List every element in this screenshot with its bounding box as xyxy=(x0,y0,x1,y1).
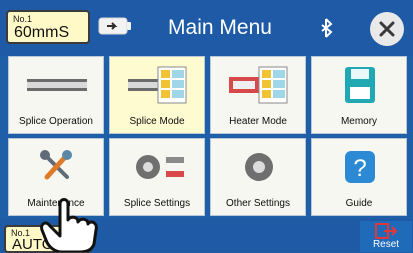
guide-icon: ? xyxy=(345,151,375,183)
program-number: No.1 xyxy=(13,14,33,24)
pointing-hand-icon xyxy=(40,198,98,252)
tile-splice-operation[interactable]: Splice Operation xyxy=(8,56,104,134)
reset-label: Reset xyxy=(372,239,400,250)
tile-guide[interactable]: ? Guide xyxy=(311,138,407,216)
reset-icon xyxy=(375,223,397,239)
reset-button[interactable]: Reset xyxy=(360,221,412,252)
tile-memory[interactable]: Memory xyxy=(311,56,407,134)
tile-splice-mode[interactable]: Splice Mode xyxy=(109,56,205,134)
bluetooth-icon xyxy=(321,18,333,38)
close-button[interactable] xyxy=(370,12,404,46)
tile-label: Guide xyxy=(345,198,373,209)
question-mark-glyph: ? xyxy=(353,155,366,182)
splice-settings-icon xyxy=(136,155,184,179)
menu-grid: Splice Operation Splice Mode Heater Mode xyxy=(8,56,407,219)
tile-other-settings[interactable]: Other Settings xyxy=(210,138,306,216)
page-title: Main Menu xyxy=(168,16,272,39)
tile-label: Memory xyxy=(340,116,378,127)
close-icon xyxy=(379,21,395,37)
tile-label: Heater Mode xyxy=(229,116,287,127)
splice-operation-icon xyxy=(27,79,87,91)
program-name: 60mmS xyxy=(14,24,70,41)
battery-icon xyxy=(98,17,131,35)
tile-label: Splice Settings xyxy=(123,198,191,209)
tile-label: Other Settings xyxy=(226,198,290,209)
tile-label: Splice Operation xyxy=(19,116,93,127)
tile-splice-settings[interactable]: Splice Settings xyxy=(109,138,205,216)
top-bar: No.1 60mmS Main Menu xyxy=(0,0,413,56)
heater-mode-icon xyxy=(229,66,288,104)
splice-mode-icon xyxy=(128,66,187,104)
maintenance-icon xyxy=(40,150,72,180)
memory-icon xyxy=(345,67,375,103)
tile-heater-mode[interactable]: Heater Mode xyxy=(210,56,306,134)
other-settings-icon xyxy=(245,153,273,181)
tile-label: Splice Mode xyxy=(129,116,185,127)
splice-program-indicator[interactable]: No.1 60mmS xyxy=(6,10,90,44)
